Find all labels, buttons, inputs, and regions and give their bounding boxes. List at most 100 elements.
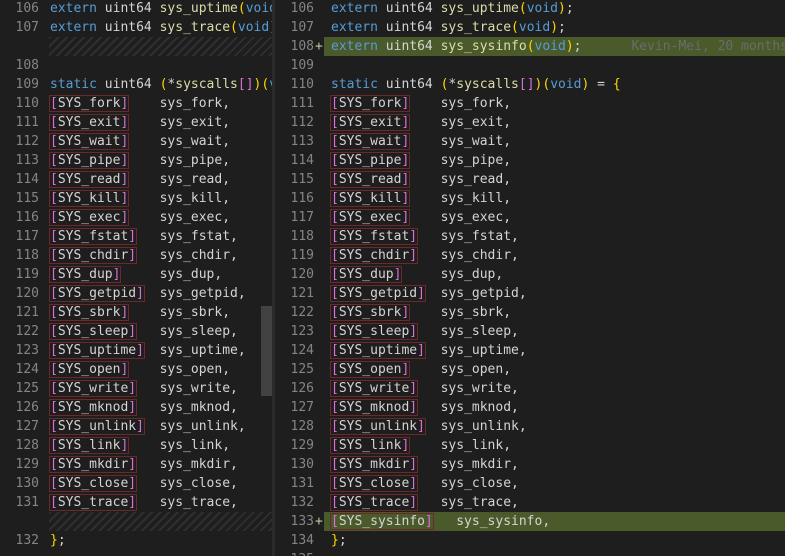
code-line[interactable]: 118 [SYS_fstat] sys_fstat, — [275, 227, 785, 246]
original-pane[interactable]: 106extern uint64 sys_uptime(void107exter… — [0, 0, 272, 556]
code-line[interactable]: 109 static uint64 (*syscalls[])(v — [0, 75, 272, 94]
code-line[interactable] — [0, 550, 272, 556]
code-text: [SYS_mkdir] sys_mkdir, — [329, 455, 519, 474]
code-line[interactable]: 114 [SYS_read] sys_read, — [0, 170, 272, 189]
syscall-index-token: [SYS_read] — [48, 171, 130, 188]
diff-filler-row[interactable] — [0, 512, 272, 531]
code-line[interactable]: 109 — [275, 56, 785, 75]
code-token: static — [331, 77, 386, 92]
syscall-index-token: [SYS_exec] — [329, 209, 411, 226]
line-number: 130 — [15, 476, 39, 491]
code-line[interactable]: 130 [SYS_mkdir] sys_mkdir, — [275, 455, 785, 474]
code-line[interactable]: 106 extern uint64 sys_uptime(void — [0, 0, 272, 18]
code-line[interactable]: 122 [SYS_sleep] sys_sleep, — [0, 322, 272, 341]
code-line[interactable]: 119 [SYS_chdir] sys_chdir, — [275, 246, 785, 265]
code-line[interactable]: 111 [SYS_fork] sys_fork, — [275, 94, 785, 113]
syscall-index-token: [SYS_exit] — [329, 114, 411, 131]
code-line[interactable]: 106 extern uint64 sys_uptime(void); — [275, 0, 785, 18]
line-number: 117 — [290, 210, 314, 225]
code-token: sys_sbrk, — [128, 305, 231, 320]
code-line[interactable]: 111 [SYS_exit] sys_exit, — [0, 113, 272, 132]
code-line[interactable]: 107 extern uint64 sys_trace(void) — [0, 18, 272, 37]
code-line[interactable]: 116 [SYS_kill] sys_kill, — [275, 189, 785, 208]
code-line[interactable]: 108 + extern uint64 sys_sysinfo(void); Kevi… — [275, 37, 785, 56]
code-line[interactable]: 108 — [0, 56, 272, 75]
code-line[interactable]: 110 static uint64 (*syscalls[])(void) = { — [275, 75, 785, 94]
code-line[interactable]: 120 [SYS_getpid] sys_getpid, — [0, 284, 272, 303]
code-line[interactable]: 129 [SYS_link] sys_link, — [275, 436, 785, 455]
line-number: 106 — [15, 1, 39, 16]
code-line[interactable]: 117 [SYS_fstat] sys_fstat, — [0, 227, 272, 246]
code-line[interactable]: 128 [SYS_link] sys_link, — [0, 436, 272, 455]
syscall-index-token: [SYS_pipe] — [329, 152, 411, 169]
code-token: [ — [518, 77, 527, 92]
code-line[interactable]: 126 [SYS_write] sys_write, — [275, 379, 785, 398]
code-token: sys_sbrk, — [409, 305, 512, 320]
code-text: [SYS_pipe] sys_pipe, — [48, 151, 231, 170]
syscall-index-token: [SYS_write] — [48, 380, 138, 397]
code-line[interactable]: 125 [SYS_write] sys_write, — [0, 379, 272, 398]
code-line[interactable]: 127 [SYS_unlink] sys_unlink, — [0, 417, 272, 436]
code-text: [SYS_kill] sys_kill, — [48, 189, 230, 208]
code-line[interactable]: 126 [SYS_mknod] sys_mknod, — [0, 398, 272, 417]
code-line[interactable]: 130 [SYS_close] sys_close, — [0, 474, 272, 493]
git-blame-annotation: Kevin-Mei, 20 months ago — [631, 39, 785, 54]
code-token: uint64 — [385, 39, 441, 54]
code-line[interactable]: 121 [SYS_sbrk] sys_sbrk, — [0, 303, 272, 322]
code-line[interactable]: 124 [SYS_uptime] sys_uptime, — [275, 341, 785, 360]
code-token: sys_open, — [409, 362, 512, 377]
code-line[interactable]: 129 [SYS_mkdir] sys_mkdir, — [0, 455, 272, 474]
left-scrollbar-thumb[interactable] — [261, 306, 272, 396]
code-line[interactable]: 113 [SYS_wait] sys_wait, — [275, 132, 785, 151]
code-line[interactable]: 107 extern uint64 sys_trace(void); — [275, 18, 785, 37]
code-text: [SYS_sysinfo] sys_sysinfo, — [330, 512, 550, 531]
code-text: [SYS_kill] sys_kill, — [329, 189, 511, 208]
code-line[interactable]: 135 — [275, 550, 785, 556]
line-number: 130 — [290, 457, 314, 472]
code-text: }; — [331, 531, 347, 550]
code-line[interactable]: 123 [SYS_sleep] sys_sleep, — [275, 322, 785, 341]
code-line[interactable]: 128 [SYS_unlink] sys_unlink, — [275, 417, 785, 436]
code-line[interactable]: 132 [SYS_trace] sys_trace, — [275, 493, 785, 512]
code-line[interactable]: 112 [SYS_wait] sys_wait, — [0, 132, 272, 151]
code-text: [SYS_uptime] sys_uptime, — [49, 341, 246, 360]
code-line[interactable]: 114 [SYS_pipe] sys_pipe, — [275, 151, 785, 170]
syscall-index-token: [SYS_fstat] — [48, 228, 138, 245]
code-token: sys_sleep, — [136, 324, 238, 339]
code-line[interactable]: 110 [SYS_fork] sys_fork, — [0, 94, 272, 113]
code-line[interactable]: 113 [SYS_pipe] sys_pipe, — [0, 151, 272, 170]
code-line[interactable]: 115 [SYS_kill] sys_kill, — [0, 189, 272, 208]
code-line[interactable]: 131 [SYS_trace] sys_trace, — [0, 493, 272, 512]
code-token: ) — [550, 20, 559, 35]
code-token: ; — [57, 533, 66, 548]
code-token: sys_pipe, — [128, 153, 231, 168]
code-token: [ — [237, 77, 246, 92]
code-line[interactable]: 117 [SYS_exec] sys_exec, — [275, 208, 785, 227]
line-number: 113 — [15, 153, 39, 168]
code-token: extern — [331, 1, 386, 16]
code-line[interactable]: 134}; — [275, 531, 785, 550]
code-text: [SYS_pipe] sys_pipe, — [329, 151, 511, 170]
code-line[interactable]: 123 [SYS_uptime] sys_uptime, — [0, 341, 272, 360]
code-line[interactable]: 121 [SYS_getpid] sys_getpid, — [275, 284, 785, 303]
code-line[interactable]: 125 [SYS_open] sys_open, — [275, 360, 785, 379]
code-line[interactable]: 122 [SYS_sbrk] sys_sbrk, — [275, 303, 785, 322]
syscall-index-token: [SYS_sysinfo] — [330, 513, 434, 530]
code-line[interactable]: 112 [SYS_exit] sys_exit, — [275, 113, 785, 132]
code-line[interactable]: 118 [SYS_chdir] sys_chdir, — [0, 246, 272, 265]
code-line[interactable]: 133 + [SYS_sysinfo] sys_sysinfo, — [275, 512, 785, 531]
code-token: = — [589, 77, 613, 92]
code-line[interactable]: 132}; — [0, 531, 272, 550]
code-text: [SYS_close] sys_close, — [329, 474, 519, 493]
code-line[interactable]: 120 [SYS_dup] sys_dup, — [275, 265, 785, 284]
code-line[interactable]: 124 [SYS_open] sys_open, — [0, 360, 272, 379]
code-line[interactable]: 127 [SYS_mknod] sys_mknod, — [275, 398, 785, 417]
code-line[interactable]: 131 [SYS_close] sys_close, — [275, 474, 785, 493]
code-text: [SYS_dup] sys_dup, — [48, 265, 222, 284]
modified-pane[interactable]: 106 extern uint64 sys_uptime(void); 107 ext… — [275, 0, 785, 556]
line-number: 115 — [15, 191, 39, 206]
code-line[interactable]: 115 [SYS_read] sys_read, — [275, 170, 785, 189]
code-line[interactable]: 119 [SYS_dup] sys_dup, — [0, 265, 272, 284]
code-line[interactable]: 116 [SYS_exec] sys_exec, — [0, 208, 272, 227]
diff-filler-row[interactable] — [0, 37, 272, 56]
